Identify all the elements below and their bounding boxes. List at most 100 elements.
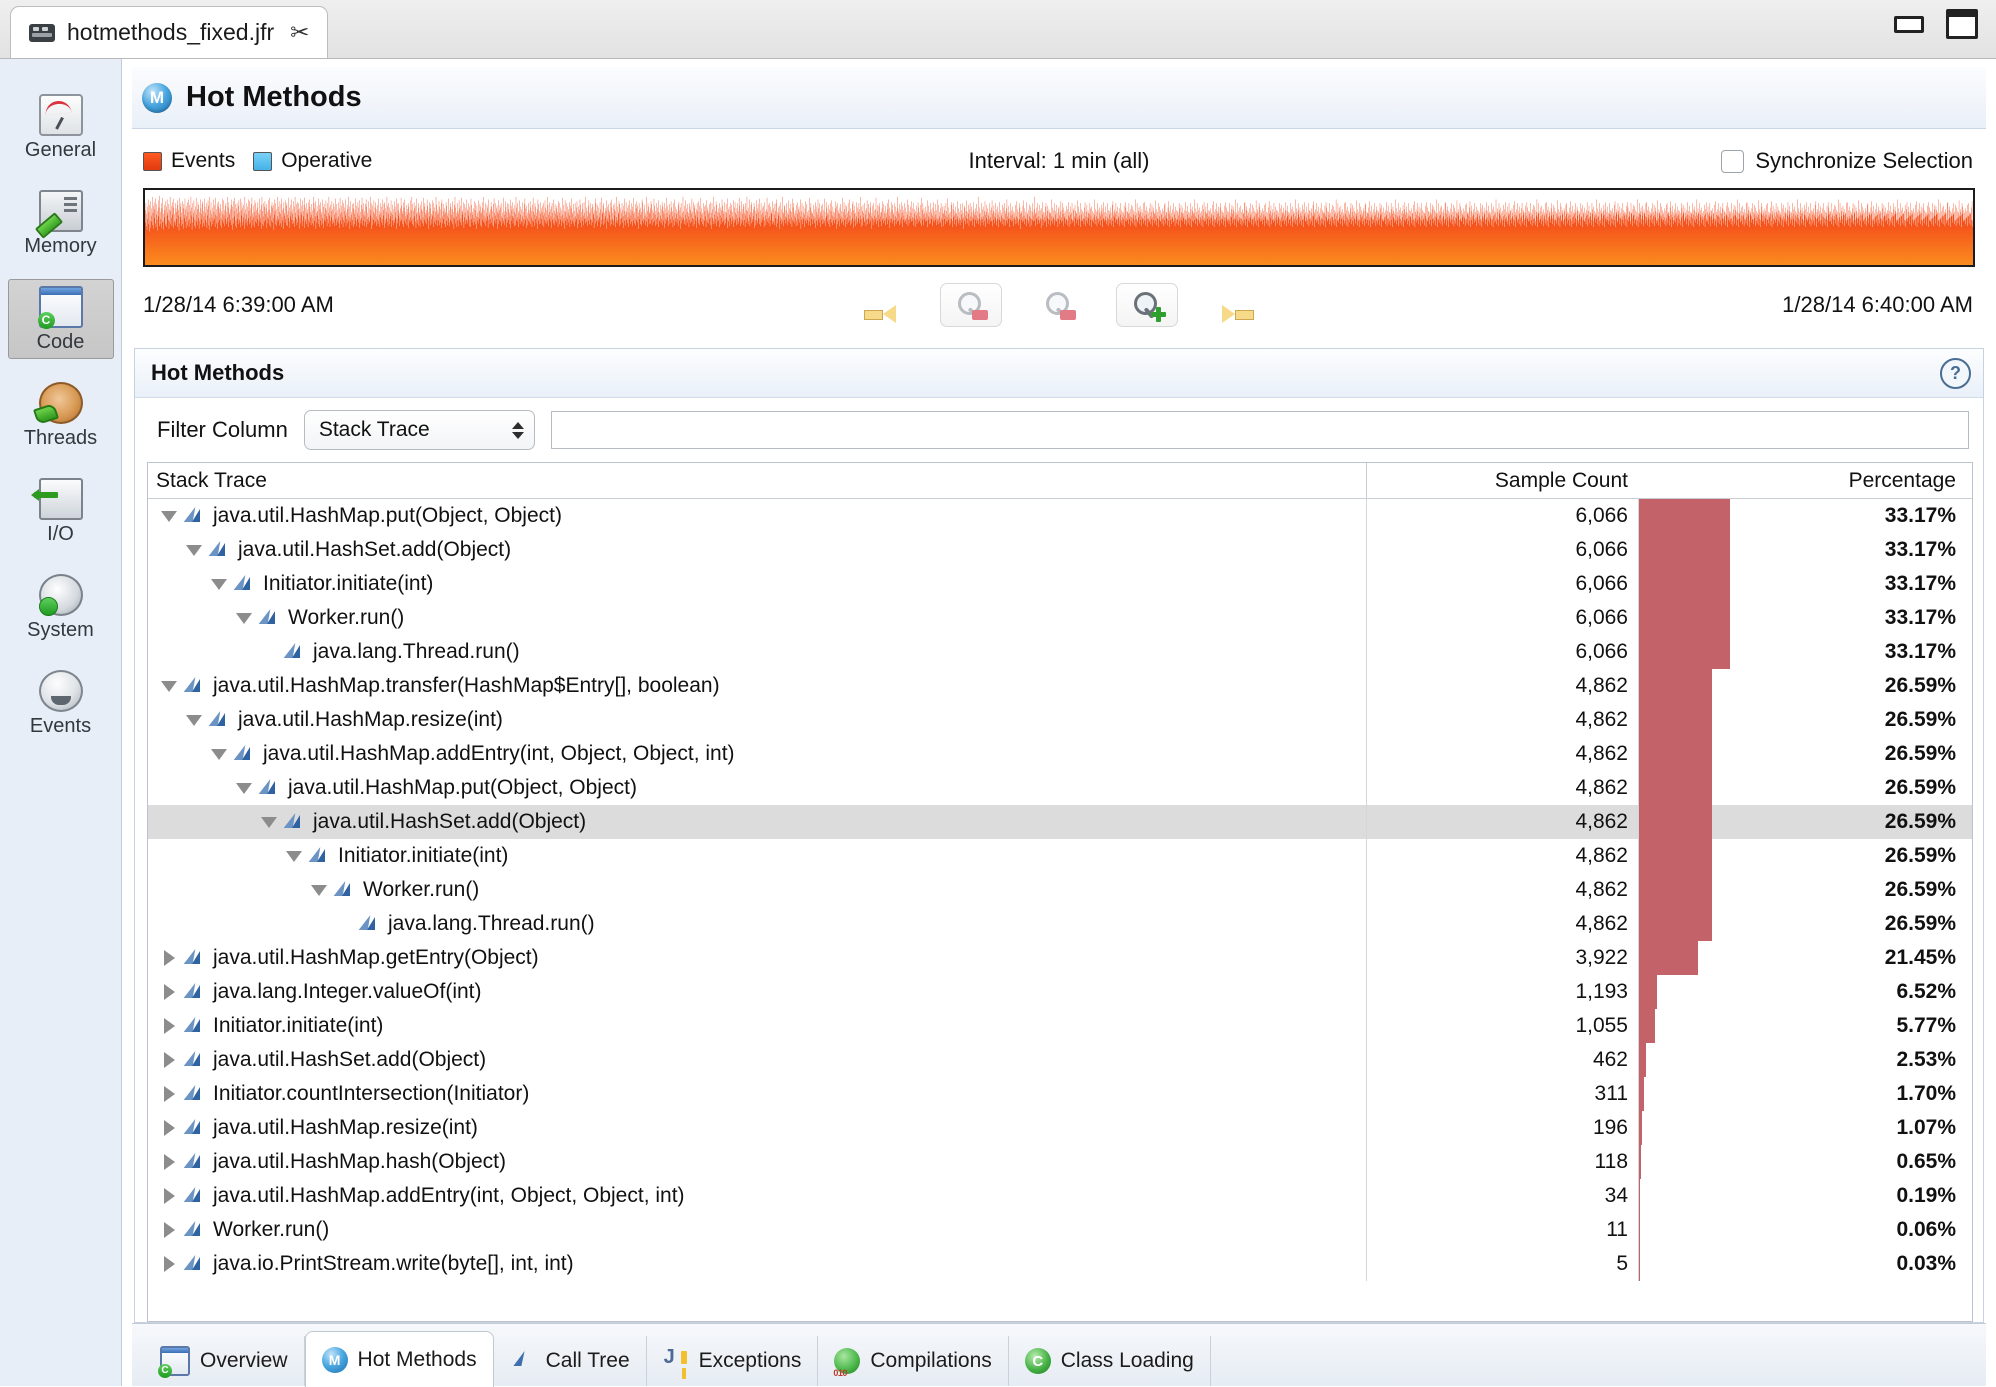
- expand-triangle-icon[interactable]: [156, 1077, 182, 1111]
- table-row[interactable]: java.util.HashMap.resize(int)1961.07%: [148, 1111, 1972, 1145]
- table-row[interactable]: java.util.HashMap.getEntry(Object)3,9222…: [148, 941, 1972, 975]
- filter-text-input[interactable]: [551, 411, 1969, 449]
- sidebar-item-code[interactable]: Code: [8, 279, 114, 359]
- help-icon[interactable]: ?: [1940, 358, 1971, 389]
- expand-triangle-icon[interactable]: [156, 975, 182, 1009]
- table-row[interactable]: java.lang.Thread.run()4,86226.59%: [148, 907, 1972, 941]
- method-icon: [182, 1118, 206, 1138]
- collapse-triangle-icon[interactable]: [231, 771, 257, 805]
- tab-label: Class Loading: [1061, 1349, 1194, 1373]
- cell-sample-count: 5: [1366, 1247, 1638, 1281]
- table-row[interactable]: Worker.run()4,86226.59%: [148, 873, 1972, 907]
- collapse-triangle-icon[interactable]: [181, 703, 207, 737]
- method-icon: [182, 982, 206, 1002]
- expand-triangle-icon[interactable]: [156, 1009, 182, 1043]
- collapse-triangle-icon[interactable]: [181, 533, 207, 567]
- bar-fill: [1639, 1179, 1640, 1213]
- cell-sample-count: 6,066: [1366, 601, 1638, 635]
- table-row[interactable]: java.util.HashSet.add(Object)4622.53%: [148, 1043, 1972, 1077]
- zoom-out-button[interactable]: [940, 283, 1002, 327]
- expand-triangle-icon[interactable]: [156, 941, 182, 975]
- table-row[interactable]: Worker.run()110.06%: [148, 1213, 1972, 1247]
- table-row[interactable]: java.util.HashMap.put(Object, Object)6,0…: [148, 499, 1972, 533]
- events-timeline-chart[interactable]: [143, 188, 1975, 267]
- maximize-icon[interactable]: [1946, 9, 1978, 39]
- expand-triangle-icon[interactable]: [156, 1213, 182, 1247]
- sidebar-item-general[interactable]: General: [8, 87, 114, 167]
- method-icon: [182, 1050, 206, 1070]
- filter-column-select[interactable]: Stack Trace: [304, 410, 535, 450]
- expand-triangle-icon[interactable]: [156, 1111, 182, 1145]
- magnifier-reset-icon: [1046, 292, 1072, 318]
- table-row[interactable]: Initiator.countIntersection(Initiator)31…: [148, 1077, 1972, 1111]
- close-icon[interactable]: ✂: [290, 21, 309, 44]
- sidebar-item-memory[interactable]: Memory: [8, 183, 114, 263]
- tab-compilations[interactable]: Compilations: [818, 1336, 1008, 1386]
- method-label: java.util.HashMap.resize(int): [213, 1116, 478, 1140]
- table-row[interactable]: java.util.HashMap.addEntry(int, Object, …: [148, 1179, 1972, 1213]
- collapse-triangle-icon[interactable]: [306, 873, 332, 907]
- synchronize-selection-checkbox[interactable]: Synchronize Selection: [1721, 148, 1973, 174]
- table-row[interactable]: java.lang.Thread.run()6,06633.17%: [148, 635, 1972, 669]
- expand-triangle-icon[interactable]: [156, 1043, 182, 1077]
- cell-bar: [1638, 1179, 1730, 1213]
- tab-overview[interactable]: Overview: [144, 1336, 305, 1386]
- collapse-triangle-icon[interactable]: [156, 669, 182, 703]
- expand-triangle-icon[interactable]: [156, 1145, 182, 1179]
- table-row[interactable]: Initiator.initiate(int)1,0555.77%: [148, 1009, 1972, 1043]
- memory-icon: [39, 190, 83, 232]
- file-tab[interactable]: hotmethods_fixed.jfr ✂: [10, 6, 328, 58]
- pan-right-button[interactable]: [1204, 283, 1266, 327]
- zoom-in-button[interactable]: [1116, 283, 1178, 327]
- expand-triangle-icon[interactable]: [156, 1247, 182, 1281]
- collapse-triangle-icon[interactable]: [231, 601, 257, 635]
- bar-fill: [1639, 975, 1657, 1009]
- table-row[interactable]: java.util.HashMap.hash(Object)1180.65%: [148, 1145, 1972, 1179]
- cell-bar: [1638, 499, 1730, 533]
- table-row[interactable]: java.io.PrintStream.write(byte[], int, i…: [148, 1247, 1972, 1281]
- table-row[interactable]: Initiator.initiate(int)4,86226.59%: [148, 839, 1972, 873]
- cell-sample-count: 4,862: [1366, 805, 1638, 839]
- tab-hot-methods[interactable]: M Hot Methods: [305, 1331, 494, 1387]
- sidebar-item-system[interactable]: System: [8, 567, 114, 647]
- bar-fill: [1639, 1009, 1655, 1043]
- table-row[interactable]: java.util.HashMap.addEntry(int, Object, …: [148, 737, 1972, 771]
- magnifier-minus-icon: [958, 292, 984, 318]
- collapse-triangle-icon[interactable]: [206, 567, 232, 601]
- collapse-triangle-icon[interactable]: [256, 805, 282, 839]
- tab-exceptions[interactable]: Exceptions: [647, 1336, 819, 1386]
- hot-methods-icon: M: [142, 83, 172, 113]
- zoom-reset-button[interactable]: [1028, 283, 1090, 327]
- table-row[interactable]: Worker.run()6,06633.17%: [148, 601, 1972, 635]
- sidebar-item-threads[interactable]: Threads: [8, 375, 114, 455]
- collapse-triangle-icon[interactable]: [206, 737, 232, 771]
- table-row[interactable]: java.util.HashSet.add(Object)6,06633.17%: [148, 533, 1972, 567]
- method-label: java.io.PrintStream.write(byte[], int, i…: [213, 1252, 574, 1276]
- table-row[interactable]: java.util.HashMap.transfer(HashMap$Entry…: [148, 669, 1972, 703]
- call-tree-icon: [510, 1348, 536, 1374]
- pan-left-button[interactable]: [852, 283, 914, 327]
- tab-class-loading[interactable]: C Class Loading: [1009, 1336, 1211, 1386]
- table-row[interactable]: java.util.HashSet.add(Object)4,86226.59%: [148, 805, 1972, 839]
- expand-triangle-icon[interactable]: [156, 1179, 182, 1213]
- table-row[interactable]: java.lang.Integer.valueOf(int)1,1936.52%: [148, 975, 1972, 1009]
- table-row[interactable]: java.util.HashMap.put(Object, Object)4,8…: [148, 771, 1972, 805]
- column-header-stack-trace[interactable]: Stack Trace: [148, 469, 1366, 493]
- column-header-percentage[interactable]: Percentage: [1730, 469, 1972, 493]
- table-row[interactable]: java.util.HashMap.resize(int)4,86226.59%: [148, 703, 1972, 737]
- cell-bar: [1638, 669, 1730, 703]
- collapse-triangle-icon[interactable]: [156, 499, 182, 533]
- table-row[interactable]: Initiator.initiate(int)6,06633.17%: [148, 567, 1972, 601]
- bar-fill: [1639, 873, 1712, 907]
- cell-percentage: 26.59%: [1730, 674, 1972, 698]
- minimize-icon[interactable]: [1894, 16, 1924, 33]
- column-header-sample-count[interactable]: Sample Count: [1366, 463, 1638, 498]
- column-header-bar-spacer: [1638, 463, 1730, 498]
- tab-call-tree[interactable]: Call Tree: [494, 1336, 647, 1386]
- checkbox-box[interactable]: [1721, 150, 1744, 173]
- sidebar-item-events[interactable]: Events: [8, 663, 114, 743]
- hot-methods-panel: Hot Methods ? Filter Column Stack Trace …: [134, 348, 1984, 1323]
- cell-sample-count: 4,862: [1366, 907, 1638, 941]
- sidebar-item-io[interactable]: I/O: [8, 471, 114, 551]
- collapse-triangle-icon[interactable]: [281, 839, 307, 873]
